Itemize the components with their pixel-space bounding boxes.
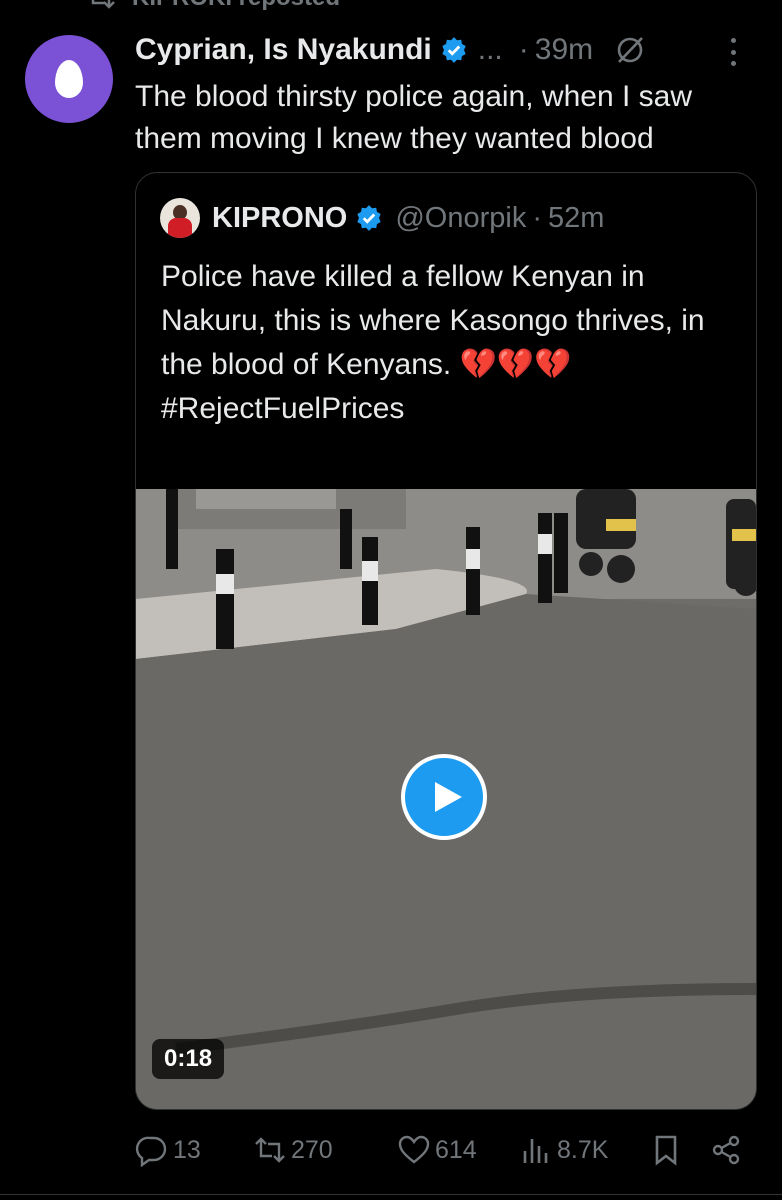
quoted-post-header: KIPRONO @Onorpik · 52m <box>160 198 604 238</box>
like-button[interactable]: 614 <box>397 1128 477 1172</box>
quoted-time-separator: · <box>532 201 542 234</box>
repost-banner[interactable]: KIPROKI reposted <box>84 0 340 12</box>
reply-icon <box>135 1136 167 1167</box>
post-text: The blood thirsty police again, when I s… <box>135 80 692 155</box>
post-time[interactable]: 39m <box>535 33 593 67</box>
verified-badge-icon <box>357 205 382 231</box>
post-header: Cyprian, Is Nyakundi ... · 39m <box>135 28 762 72</box>
verified-badge-icon <box>442 37 466 63</box>
author-name[interactable]: Cyprian, Is Nyakundi <box>135 33 432 67</box>
quoted-post[interactable]: KIPRONO @Onorpik · 52m Police have kille… <box>135 172 757 1110</box>
quoted-post-body: Police have killed a fellow Kenyan in Na… <box>161 260 705 381</box>
post-divider <box>0 1194 782 1195</box>
quoted-post-text: Police have killed a fellow Kenyan in Na… <box>161 255 736 431</box>
video-player[interactable]: 0:18 <box>136 489 756 1109</box>
play-icon <box>435 782 462 812</box>
author-truncation: ... <box>477 33 503 66</box>
quoted-avatar[interactable] <box>160 198 200 238</box>
views-button[interactable]: 8.7K <box>519 1128 608 1172</box>
view-count: 8.7K <box>557 1135 609 1164</box>
action-bar: 13 270 614 8.7K <box>135 1128 745 1172</box>
reply-count: 13 <box>173 1135 201 1164</box>
repost-button[interactable]: 270 <box>253 1128 333 1172</box>
time-separator: · <box>518 33 529 66</box>
share-icon <box>712 1135 740 1165</box>
like-icon <box>398 1135 430 1164</box>
more-icon[interactable] <box>728 38 738 66</box>
bookmark-icon <box>655 1135 677 1166</box>
quoted-author-name[interactable]: KIPRONO <box>212 202 347 235</box>
egg-avatar-icon <box>55 60 83 98</box>
bookmark-button[interactable] <box>649 1128 683 1172</box>
play-button[interactable] <box>401 754 487 840</box>
avatar[interactable] <box>25 35 113 123</box>
grok-icon[interactable] <box>613 33 647 67</box>
reply-button[interactable]: 13 <box>135 1128 201 1172</box>
video-duration: 0:18 <box>152 1039 225 1079</box>
repost-icon <box>255 1137 285 1163</box>
quoted-author-handle[interactable]: @Onorpik <box>395 202 526 235</box>
repost-banner-text: KIPROKI reposted <box>132 0 340 12</box>
repost-count: 270 <box>291 1135 333 1164</box>
repost-icon <box>91 0 115 9</box>
share-button[interactable] <box>709 1128 743 1172</box>
views-icon <box>523 1139 548 1163</box>
like-count: 614 <box>435 1135 477 1164</box>
hashtag-link[interactable]: #RejectFuelPrices <box>161 387 736 431</box>
quoted-post-time[interactable]: 52m <box>548 202 604 235</box>
